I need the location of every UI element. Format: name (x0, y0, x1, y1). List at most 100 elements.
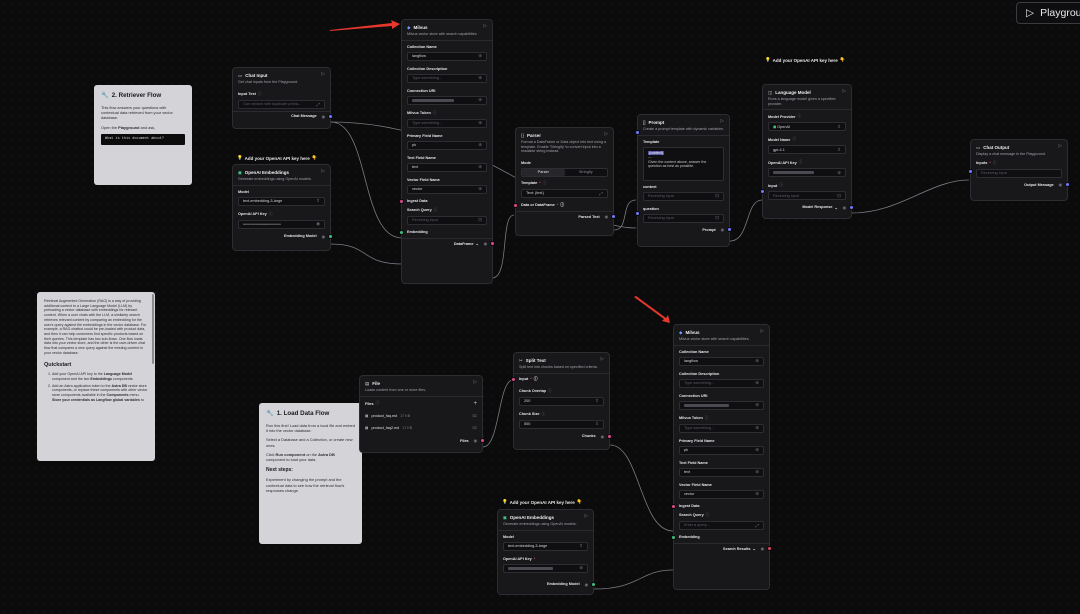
file-node[interactable]: ▤ File ▷ Loads content from one or more fi… (359, 375, 485, 453)
data-input-handle[interactable] (513, 202, 518, 208)
collection-name-input[interactable]: langflow ⊕ (679, 356, 764, 366)
api-key-input[interactable]: ⊕ (768, 168, 846, 178)
eye-icon: ◉ (321, 234, 325, 239)
chunk-overlap-input[interactable]: 200 ⇕ (519, 396, 604, 406)
file-item[interactable]: ▤ product_faq2.md 17 KB ⌫ (365, 424, 477, 433)
add-file-icon[interactable]: + (473, 401, 477, 407)
output-handle[interactable] (849, 204, 854, 210)
output-handle[interactable] (727, 227, 732, 233)
api-key-annotation-1: 💡 Add your OpenAI API key here 👇 (237, 155, 317, 161)
split-text-node[interactable]: ✂ Split Text ▷ Split text into chunks base… (511, 352, 612, 450)
info-icon: ⓘ (792, 137, 797, 142)
model-name-select[interactable]: gpt-4.1 ⇕ (768, 145, 846, 155)
input-text-field[interactable]: Can vectors with duplicate prima... ⤢ (238, 99, 325, 109)
run-icon[interactable]: ▷ (1059, 143, 1062, 149)
inputs-field[interactable]: Receiving input (976, 168, 1062, 178)
collection-description-input[interactable]: Type something... ⊕ (679, 378, 764, 388)
api-key-input[interactable]: ⊕ (503, 563, 588, 573)
input-handle[interactable] (760, 188, 765, 194)
template-editor[interactable]: {context} --- Given the context above, ans… (643, 146, 724, 181)
context-input[interactable]: Receiving input ⊡ (643, 191, 724, 201)
search-query-input[interactable]: Receiving input ⊡ (407, 215, 487, 225)
model-provider-select[interactable]: ◼ OpenAI ⇕ (768, 122, 846, 132)
run-icon[interactable]: ▷ (484, 23, 487, 29)
stringify-option[interactable]: Stringify (565, 169, 608, 176)
milvus-token-input[interactable]: Type something... ⊕ (679, 423, 764, 433)
collection-name-input[interactable]: langflow ⊕ (407, 51, 487, 61)
output-handle[interactable] (480, 438, 485, 444)
input-label: Embedding (679, 535, 700, 540)
openai-embeddings-node-2[interactable]: ◼ OpenAI Embeddings ▷ Generate embeddings … (497, 509, 596, 595)
playground-button[interactable]: ▷ Playground (1016, 2, 1080, 24)
collection-description-input[interactable]: Type something... ⊕ (407, 73, 487, 83)
run-icon[interactable]: ▷ (474, 379, 477, 385)
api-key-input[interactable]: •••••••••••••••••••••••••••••••••••• ◉ (238, 219, 325, 229)
question-input[interactable]: Receiving input ⊡ (643, 213, 724, 223)
output-handle[interactable] (767, 546, 772, 552)
connection-uri-input[interactable]: ⊕ (679, 400, 764, 410)
text-field-input[interactable]: text ⊕ (679, 467, 764, 477)
embedding-handle[interactable] (671, 534, 676, 540)
load-data-flow-note[interactable]: 🔧 1. Load Data Flow Run this first! Load … (259, 403, 362, 544)
trash-icon[interactable]: ⌫ (472, 414, 477, 418)
input-handle[interactable] (511, 376, 516, 382)
context-handle[interactable] (635, 129, 640, 135)
primary-field-input[interactable]: pk ⊕ (679, 445, 764, 455)
prompt-node[interactable]: [] Prompt ▷ Create a prompt template with … (635, 114, 732, 247)
milvus-node-2[interactable]: ◆ Milvus ▷ Milvus vector store with search… (671, 324, 772, 590)
chat-input-node[interactable]: ▭ Chat Input ▷ Get chat inputs from the Pl… (232, 67, 333, 129)
run-icon[interactable]: ▷ (721, 118, 724, 124)
openai-embeddings-node-1[interactable]: ◼ OpenAI Embeddings ▷ Generate embeddings … (232, 164, 333, 251)
chunk-size-input[interactable]: 500 ⇕ (519, 419, 604, 429)
run-icon[interactable]: ▷ (605, 131, 608, 137)
output-handle[interactable] (607, 433, 612, 439)
milvus-token-input[interactable]: Type something... ⊕ (407, 118, 487, 128)
parser-node[interactable]: {} Parser ▷ Format a DataFrame or Data obj… (513, 127, 616, 236)
output-handle[interactable] (328, 233, 333, 239)
eye-icon: ◉ (316, 221, 320, 227)
output-handle[interactable] (328, 114, 333, 120)
text-field-input[interactable]: text ⊕ (407, 162, 487, 172)
ingest-data-handle[interactable] (671, 503, 676, 509)
milvus-node-1[interactable]: ◆ Milvus ▷ Milvus vector store with search… (399, 19, 495, 284)
vector-field-input[interactable]: vector ⊕ (679, 489, 764, 499)
output-handle[interactable] (1065, 182, 1070, 188)
trash-icon[interactable]: ⌫ (472, 426, 477, 430)
info-icon: ⓘ (375, 401, 380, 406)
primary-field-input[interactable]: pk ⊕ (407, 140, 487, 150)
run-icon[interactable]: ▷ (761, 328, 764, 334)
inputs-handle[interactable] (968, 169, 973, 175)
chat-output-node[interactable]: ▭ Chat Output ▷ Display a chat message in … (968, 139, 1070, 201)
embedding-handle[interactable] (399, 229, 404, 235)
run-icon[interactable]: ▷ (322, 168, 325, 174)
parser-option[interactable]: Parser (522, 168, 565, 176)
output-handle[interactable] (490, 241, 495, 247)
question-handle[interactable] (635, 211, 640, 217)
ingest-data-handle[interactable] (399, 198, 404, 204)
output-handle[interactable] (591, 581, 596, 587)
lock-icon: ⊡ (715, 215, 719, 221)
connection-uri-input[interactable]: ⊕ (407, 95, 487, 105)
info-icon: ⓘ (268, 211, 273, 216)
model-select[interactable]: text-embedding-3-large ⇕ (503, 541, 588, 551)
flow-canvas[interactable]: ▷ Playground 💡Add your OpenAI API key he… (0, 0, 1080, 614)
run-icon[interactable]: ▷ (585, 513, 588, 519)
rag-description-note[interactable]: Retrieval Augmented Generation (RAG) is … (37, 292, 155, 461)
node-description: Create a prompt template with dynamic va… (643, 127, 724, 131)
language-model-node[interactable]: ◫ Language Model ▷ Runs a language model g… (760, 84, 854, 219)
run-icon[interactable]: ▷ (322, 71, 325, 77)
file-item[interactable]: ▤ product_faq.md 17 KB ⌫ (365, 412, 477, 421)
output-handle[interactable] (611, 214, 616, 220)
vector-field-input[interactable]: vector ⊕ (407, 184, 487, 194)
model-select[interactable]: text-embedding-3-large ⇕ (238, 196, 325, 206)
template-input[interactable]: Text: {text} ⤢ (521, 188, 608, 198)
note-text-2: Select a Database and a Collection, or c… (266, 437, 353, 448)
run-icon[interactable]: ▷ (601, 356, 604, 362)
mode-toggle[interactable]: Parser Stringify (521, 167, 608, 177)
note-scrollbar[interactable] (152, 294, 154, 364)
run-icon[interactable]: ▷ (843, 88, 846, 94)
retriever-flow-note[interactable]: 🔧 2. Retriever Flow This flow answers you… (94, 85, 192, 185)
edge-file-to-split (482, 379, 514, 448)
search-query-input[interactable]: Enter a query... ⤢ (679, 520, 764, 530)
input-field[interactable]: Receiving input ⊡ (768, 191, 846, 201)
